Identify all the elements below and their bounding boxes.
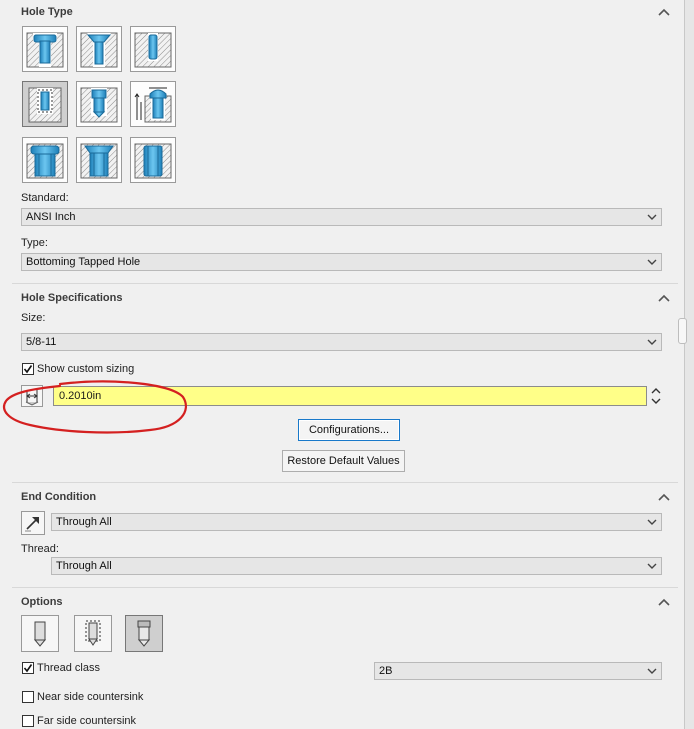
tapered-tap-icon[interactable] xyxy=(76,81,122,127)
collapse-chevron-icon[interactable] xyxy=(658,293,670,303)
thread-class-label[interactable]: Thread class xyxy=(37,662,100,674)
collapse-chevron-icon[interactable] xyxy=(658,492,670,502)
chevron-down-icon xyxy=(647,259,657,265)
thread-class-dropdown[interactable]: 2B xyxy=(374,662,662,680)
reverse-direction-button[interactable] xyxy=(21,511,45,535)
standard-dropdown[interactable]: ANSI Inch xyxy=(21,208,662,226)
end-condition-value: Through All xyxy=(56,516,112,528)
options-title: Options xyxy=(21,596,63,608)
chevron-down-icon xyxy=(647,339,657,345)
far-side-countersink-checkbox[interactable] xyxy=(22,715,34,727)
size-label: Size: xyxy=(21,312,46,324)
chevron-down-icon xyxy=(647,519,657,525)
hole-icon[interactable] xyxy=(130,26,176,72)
counterbore-icon[interactable] xyxy=(22,26,68,72)
countersink-slot-icon[interactable] xyxy=(76,137,122,183)
configurations-button[interactable]: Configurations... xyxy=(298,419,400,441)
chevron-down-icon xyxy=(647,214,657,220)
thread-with-callout-icon xyxy=(85,620,101,646)
type-label: Type: xyxy=(21,237,48,249)
straight-tap-icon[interactable] xyxy=(22,81,68,127)
countersink-icon[interactable] xyxy=(76,26,122,72)
section-divider xyxy=(12,482,678,483)
remove-thread-icon xyxy=(137,620,151,647)
far-side-countersink-label[interactable]: Far side countersink xyxy=(37,715,136,727)
slot-icon[interactable] xyxy=(130,137,176,183)
size-value: 5/8-11 xyxy=(26,336,57,348)
hole-type-title: Hole Type xyxy=(21,6,73,18)
panel-scrollbar[interactable] xyxy=(684,0,694,729)
collapse-chevron-icon[interactable] xyxy=(658,7,670,17)
standard-label: Standard: xyxy=(21,192,69,204)
remove-thread-button[interactable] xyxy=(125,615,163,652)
checkmark-icon xyxy=(23,365,33,374)
type-value: Bottoming Tapped Hole xyxy=(26,256,141,268)
thread-class-checkbox[interactable] xyxy=(22,662,34,674)
thread-dropdown[interactable]: Through All xyxy=(51,557,662,575)
type-dropdown[interactable]: Bottoming Tapped Hole xyxy=(21,253,662,271)
chevron-down-icon xyxy=(647,668,657,674)
restore-defaults-button[interactable]: Restore Default Values xyxy=(282,450,405,472)
thread-value: Through All xyxy=(56,560,112,572)
counterbore-slot-icon[interactable] xyxy=(22,137,68,183)
cosmetic-thread-button[interactable] xyxy=(21,615,59,652)
collapse-chevron-icon[interactable] xyxy=(658,597,670,607)
legacy-hole-icon[interactable] xyxy=(130,81,176,127)
section-divider xyxy=(12,283,678,284)
end-condition-dropdown[interactable]: Through All xyxy=(51,513,662,531)
size-dropdown[interactable]: 5/8-11 xyxy=(21,333,662,351)
custom-sizing-checkbox[interactable] xyxy=(22,363,34,375)
chevron-down-icon xyxy=(647,563,657,569)
near-side-countersink-checkbox[interactable] xyxy=(22,691,34,703)
standard-value: ANSI Inch xyxy=(26,211,76,223)
near-side-countersink-label[interactable]: Near side countersink xyxy=(37,691,143,703)
cosmetic-thread-icon xyxy=(33,621,47,647)
scroll-thumb[interactable] xyxy=(678,318,687,344)
section-divider xyxy=(12,587,678,588)
checkmark-icon xyxy=(23,664,33,673)
thread-class-value: 2B xyxy=(379,665,393,677)
thread-label: Thread: xyxy=(21,543,59,555)
end-condition-title: End Condition xyxy=(21,491,97,503)
reverse-direction-icon xyxy=(25,517,39,532)
spinner-icon[interactable] xyxy=(650,386,662,406)
hole-spec-title: Hole Specifications xyxy=(21,292,123,304)
thread-with-callout-button[interactable] xyxy=(74,615,112,652)
annotation-circle xyxy=(3,380,188,434)
custom-sizing-label[interactable]: Show custom sizing xyxy=(37,363,134,375)
